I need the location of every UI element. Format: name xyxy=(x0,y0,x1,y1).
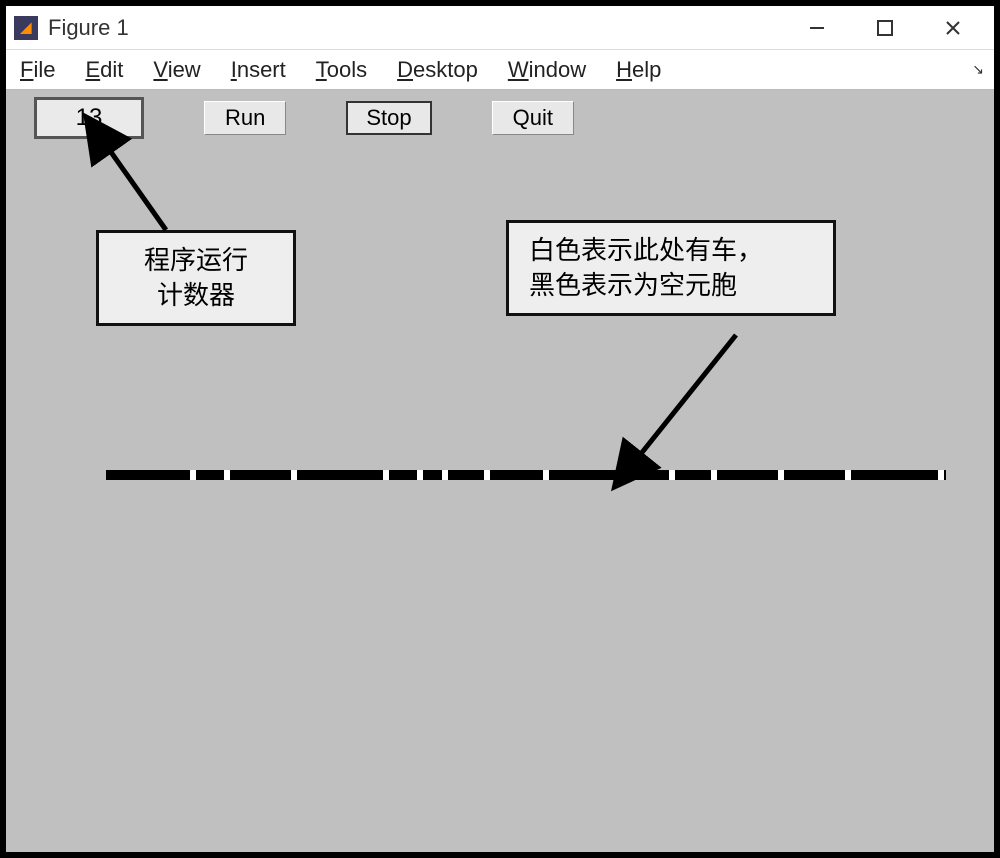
car-cell xyxy=(543,470,549,480)
annotation-counter: 程序运行 计数器 xyxy=(96,230,296,326)
annotation-counter-line1: 程序运行 xyxy=(119,243,273,278)
outer-frame: ◢ Figure 1 File Edit View Insert Tools D… xyxy=(0,0,1000,858)
car-cell xyxy=(778,470,784,480)
car-cell xyxy=(669,470,675,480)
minimize-button[interactable] xyxy=(802,13,832,43)
maximize-icon xyxy=(877,20,893,36)
menu-insert[interactable]: Insert xyxy=(231,57,286,83)
car-cell xyxy=(938,470,944,480)
quit-button[interactable]: Quit xyxy=(492,101,574,135)
car-cell xyxy=(484,470,490,480)
simulation-lane xyxy=(106,470,946,480)
menu-window[interactable]: Window xyxy=(508,57,586,83)
run-button[interactable]: Run xyxy=(204,101,286,135)
maximize-button[interactable] xyxy=(870,13,900,43)
car-cell xyxy=(190,470,196,480)
car-cell xyxy=(417,470,423,480)
car-cell xyxy=(845,470,851,480)
stop-button[interactable]: Stop xyxy=(346,101,431,135)
window-controls xyxy=(802,13,986,43)
toolbar-overflow-icon[interactable]: ↘ xyxy=(972,61,984,78)
matlab-icon: ◢ xyxy=(14,16,38,40)
annotation-legend-line2: 黑色表示为空元胞 xyxy=(529,268,813,303)
arrow-to-lane xyxy=(616,330,776,480)
car-cell xyxy=(442,470,448,480)
car-cell xyxy=(291,470,297,480)
menu-view[interactable]: View xyxy=(153,57,200,83)
close-button[interactable] xyxy=(938,13,968,43)
menubar: File Edit View Insert Tools Desktop Wind… xyxy=(6,50,994,90)
menu-help[interactable]: Help xyxy=(616,57,661,83)
car-cell xyxy=(383,470,389,480)
arrow-to-counter xyxy=(66,130,206,240)
figure-window: ◢ Figure 1 File Edit View Insert Tools D… xyxy=(6,6,994,852)
close-icon xyxy=(945,20,961,36)
titlebar: ◢ Figure 1 xyxy=(6,6,994,50)
annotation-counter-line2: 计数器 xyxy=(119,278,273,313)
menu-desktop[interactable]: Desktop xyxy=(397,57,478,83)
car-cell xyxy=(711,470,717,480)
menu-edit[interactable]: Edit xyxy=(85,57,123,83)
minimize-icon xyxy=(809,20,825,36)
annotation-legend: 白色表示此处有车， 黑色表示为空元胞 xyxy=(506,220,836,316)
window-title: Figure 1 xyxy=(48,15,802,41)
figure-content: 程序运行 计数器 白色表示此处有车， 黑色表示为空元胞 xyxy=(6,140,994,852)
car-cell xyxy=(224,470,230,480)
menu-file[interactable]: File xyxy=(20,57,55,83)
menu-tools[interactable]: Tools xyxy=(316,57,367,83)
annotation-legend-line1: 白色表示此处有车， xyxy=(529,233,813,268)
